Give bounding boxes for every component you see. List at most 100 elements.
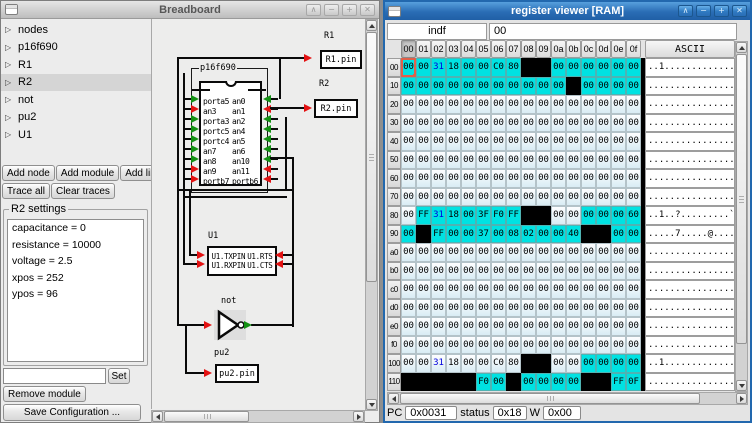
- reg-cell-70-0e[interactable]: 00: [611, 188, 626, 207]
- reg-cell-60-05[interactable]: 00: [476, 169, 491, 188]
- reg-cell-100-04[interactable]: 00: [461, 354, 476, 373]
- pin-arrow-r[interactable]: [191, 145, 199, 153]
- reg-cell-90-0b[interactable]: 40: [566, 225, 581, 244]
- reg-cell-00-0d[interactable]: 00: [596, 58, 611, 77]
- reg-cell-60-0a[interactable]: 00: [551, 169, 566, 188]
- reg-cell-60-03[interactable]: 00: [446, 169, 461, 188]
- reg-cell-60-08[interactable]: 00: [521, 169, 536, 188]
- reg-cell-d0-07[interactable]: 00: [506, 299, 521, 318]
- reg-cell-a0-05[interactable]: 00: [476, 243, 491, 262]
- reg-cell-110-09[interactable]: 00: [536, 373, 551, 392]
- reg-cell-30-02[interactable]: 00: [431, 114, 446, 133]
- reg-cell-a0-06[interactable]: 00: [491, 243, 506, 262]
- reg-cell-00-02[interactable]: 31: [431, 58, 446, 77]
- register-value-field[interactable]: 00: [489, 23, 737, 40]
- reg-cell-f0-00[interactable]: 00: [401, 336, 416, 355]
- reg-cell-00-05[interactable]: 00: [476, 58, 491, 77]
- reg-cell-f0-02[interactable]: 00: [431, 336, 446, 355]
- reg-cell-c0-0d[interactable]: 00: [596, 280, 611, 299]
- reg-cell-80-06[interactable]: F0: [491, 206, 506, 225]
- register-name-field[interactable]: indf: [387, 23, 487, 40]
- reg-cell-70-06[interactable]: 00: [491, 188, 506, 207]
- reg-cell-f0-05[interactable]: 00: [476, 336, 491, 355]
- column-header-09[interactable]: 09: [536, 40, 551, 58]
- reg-cell-100-0c[interactable]: 00: [581, 354, 596, 373]
- reg-cell-a0-07[interactable]: 00: [506, 243, 521, 262]
- reg-cell-d0-0c[interactable]: 00: [581, 299, 596, 318]
- reg-cell-30-0f[interactable]: 00: [626, 114, 641, 133]
- reg-cell-a0-0e[interactable]: 00: [611, 243, 626, 262]
- reg-cell-d0-05[interactable]: 00: [476, 299, 491, 318]
- reg-cell-e0-0e[interactable]: 00: [611, 317, 626, 336]
- reg-cell-c0-07[interactable]: 00: [506, 280, 521, 299]
- reg-cell-10-0d[interactable]: 00: [596, 77, 611, 96]
- reg-cell-100-07[interactable]: 80: [506, 354, 521, 373]
- reg-cell-90-07[interactable]: 08: [506, 225, 521, 244]
- r1-pin-module[interactable]: R1.pin: [320, 50, 362, 69]
- reg-cell-60-0d[interactable]: 00: [596, 169, 611, 188]
- reg-cell-f0-04[interactable]: 00: [461, 336, 476, 355]
- reg-cell-110-08[interactable]: 00: [521, 373, 536, 392]
- reg-cell-80-0f[interactable]: 60: [626, 206, 641, 225]
- reg-cell-c0-0e[interactable]: 00: [611, 280, 626, 299]
- reg-cell-100-03[interactable]: 18: [446, 354, 461, 373]
- reg-cell-70-0c[interactable]: 00: [581, 188, 596, 207]
- reg-cell-20-0e[interactable]: 00: [611, 95, 626, 114]
- reg-cell-f0-0a[interactable]: 00: [551, 336, 566, 355]
- reg-cell-b0-05[interactable]: 00: [476, 262, 491, 281]
- reg-cell-40-07[interactable]: 00: [506, 132, 521, 151]
- reg-cell-100-02[interactable]: 31: [431, 354, 446, 373]
- reg-cell-d0-08[interactable]: 00: [521, 299, 536, 318]
- reg-cell-00-0b[interactable]: 00: [566, 58, 581, 77]
- reg-cell-40-00[interactable]: 00: [401, 132, 416, 151]
- chip-pin-label-an7[interactable]: an7: [203, 147, 216, 156]
- reg-cell-f0-0e[interactable]: 00: [611, 336, 626, 355]
- hscroll-thumb[interactable]: [400, 393, 700, 404]
- reg-cell-40-0c[interactable]: 00: [581, 132, 596, 151]
- setting-line[interactable]: capacitance = 0: [8, 220, 143, 237]
- reg-cell-c0-0c[interactable]: 00: [581, 280, 596, 299]
- chip-pin-label-portc5[interactable]: portc5: [203, 127, 229, 136]
- reg-cell-100-0d[interactable]: 00: [596, 354, 611, 373]
- reg-cell-10-03[interactable]: 00: [446, 77, 461, 96]
- reg-cell-90-03[interactable]: 00: [446, 225, 461, 244]
- reg-cell-80-0a[interactable]: 00: [551, 206, 566, 225]
- reg-cell-50-0f[interactable]: 00: [626, 151, 641, 170]
- reg-cell-50-01[interactable]: 00: [416, 151, 431, 170]
- reg-cell-70-0a[interactable]: 00: [551, 188, 566, 207]
- reg-cell-20-00[interactable]: 00: [401, 95, 416, 114]
- chip-pin-label-an4[interactable]: an4: [232, 127, 258, 136]
- reg-cell-e0-0f[interactable]: 00: [626, 317, 641, 336]
- reg-cell-100-0a[interactable]: 00: [551, 354, 566, 373]
- reg-cell-b0-0d[interactable]: 00: [596, 262, 611, 281]
- reg-cell-110-06[interactable]: 00: [491, 373, 506, 392]
- expander-icon[interactable]: ▷: [5, 25, 12, 34]
- reg-cell-40-03[interactable]: 00: [446, 132, 461, 151]
- reg-cell-10-09[interactable]: 00: [536, 77, 551, 96]
- reg-cell-00-01[interactable]: 00: [416, 58, 431, 77]
- reg-cell-f0-0f[interactable]: 00: [626, 336, 641, 355]
- expander-icon[interactable]: ▷: [5, 95, 12, 104]
- schematic-vscrollbar[interactable]: [365, 19, 378, 411]
- reg-cell-100-0f[interactable]: 00: [626, 354, 641, 373]
- not-input-arrow[interactable]: [204, 321, 212, 329]
- pin-arrow-l[interactable]: [263, 175, 271, 183]
- reg-cell-d0-0b[interactable]: 00: [566, 299, 581, 318]
- reg-cell-00-0c[interactable]: 00: [581, 58, 596, 77]
- reg-cell-10-0e[interactable]: 00: [611, 77, 626, 96]
- reg-cell-a0-0b[interactable]: 00: [566, 243, 581, 262]
- reg-cell-a0-09[interactable]: 00: [536, 243, 551, 262]
- reg-cell-60-00[interactable]: 00: [401, 169, 416, 188]
- r1-pin-arrow[interactable]: [304, 54, 312, 62]
- chip-pin-label-an1[interactable]: an1: [232, 107, 258, 116]
- reg-cell-30-0e[interactable]: 00: [611, 114, 626, 133]
- reg-cell-b0-00[interactable]: 00: [401, 262, 416, 281]
- column-header-06[interactable]: 06: [491, 40, 506, 58]
- reg-cell-e0-01[interactable]: 00: [416, 317, 431, 336]
- column-header-01[interactable]: 01: [416, 40, 431, 58]
- reg-cell-10-04[interactable]: 00: [461, 77, 476, 96]
- reg-cell-f0-08[interactable]: 00: [521, 336, 536, 355]
- expander-icon[interactable]: ▷: [5, 113, 12, 122]
- reg-cell-e0-0c[interactable]: 00: [581, 317, 596, 336]
- pin-arrow-l[interactable]: [263, 165, 271, 173]
